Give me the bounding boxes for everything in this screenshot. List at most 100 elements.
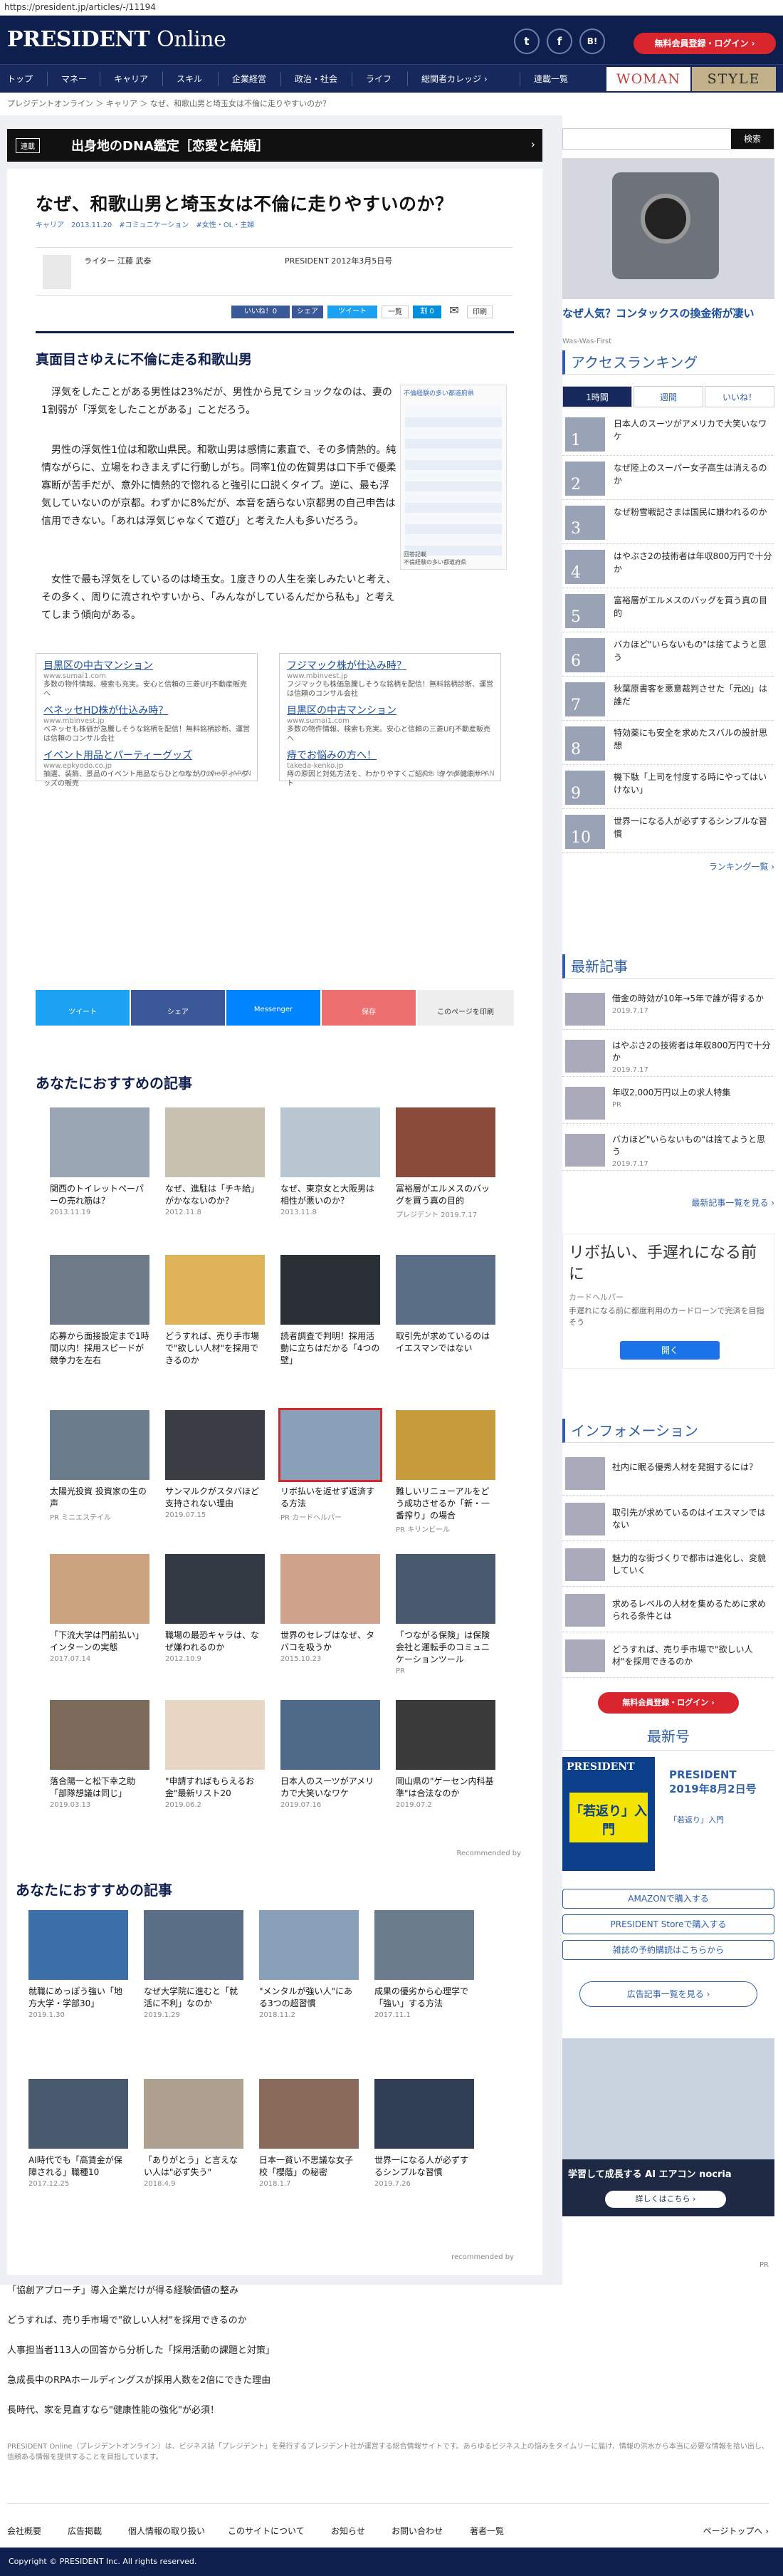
footer-nav-about[interactable]: このサイトについて	[228, 2525, 305, 2537]
card-image[interactable]	[396, 1700, 495, 1770]
ranking-title[interactable]: 世界一になる人が必ずするシンプルな習慣	[614, 815, 773, 840]
recommend-card[interactable]: 応募から面接設定まで1時間以内！採用スピードが競争力を左右	[50, 1255, 149, 1368]
card-image[interactable]	[50, 1410, 149, 1480]
card-title[interactable]: 就職にめっぽう強い「地方大学・学部30」	[28, 1986, 128, 2010]
style-link[interactable]: STYLE	[692, 67, 776, 91]
ad-link[interactable]: ベネッセHD株が仕込み時？	[43, 703, 250, 717]
info-item[interactable]: どうすれば、売り手市場で"欲しい人材"を採用できるのか	[562, 1637, 774, 1678]
recommend-card[interactable]: 落合陽一と松下幸之助「部隊想議は同じ」 2019.03.13	[50, 1700, 149, 1809]
card-title[interactable]: なぜ大学院に進むと「就活に不利」なのか	[144, 1986, 243, 2010]
ad-link[interactable]: イベント用品とパーティーグッズ	[43, 748, 250, 762]
card-title[interactable]: 読者調査で判明！採用活動に立ちはだかる「4つの壁」	[280, 1330, 380, 1367]
ad-credit[interactable]: Ads by Yahoo! JAPAN	[421, 770, 495, 778]
recommend-card[interactable]: なぜ、進駐は「チキ給」がかなないのか？ 2012.11.8	[165, 1107, 265, 1216]
card-title[interactable]: リボ払いを返せず返済する方法	[280, 1486, 380, 1510]
card-image[interactable]	[280, 1255, 380, 1325]
card-image[interactable]	[165, 1554, 265, 1624]
footer-nav-contact[interactable]: お問い合わせ	[392, 2525, 443, 2537]
recommend-card[interactable]: 難しいリニューアルをどう成功させるか「新・一番搾り」の場合 PR キリンビール	[396, 1410, 495, 1534]
card-image[interactable]	[50, 1107, 149, 1177]
card-image[interactable]	[396, 1107, 495, 1177]
nav-item-series[interactable]: 連載一覧	[534, 65, 568, 93]
card-title[interactable]: 難しいリニューアルをどう成功させるか「新・一番搾り」の場合	[396, 1486, 495, 1522]
magazine-cover[interactable]: PRESIDENT 「若返り」入門	[562, 1757, 655, 1871]
card-title[interactable]: 取引先が求めているのはイエスマンではない	[396, 1330, 495, 1355]
ranking-title[interactable]: 機下駄「上司を忖度する時にやってはいけない」	[614, 771, 773, 796]
recommend-credit[interactable]: recommended by	[451, 2253, 514, 2261]
card-image[interactable]	[165, 1255, 265, 1325]
ranking-title[interactable]: 日本人のスーツがアメリカで大笑いなワケ	[614, 417, 773, 443]
recommend-card[interactable]: なぜ大学院に進むと「就活に不利」なのか 2019.1.29	[144, 1910, 243, 2019]
card-title[interactable]: 冨裕層がエルメスのバッグを買う真の目的	[396, 1183, 495, 1207]
card-image[interactable]	[165, 1700, 265, 1770]
twitter-icon[interactable]: t	[514, 28, 540, 54]
nav-item-college[interactable]: 総関者カレッジ ›	[421, 65, 488, 93]
recommend-credit[interactable]: Recommended by	[456, 1850, 521, 1857]
search-button[interactable]: 検索	[731, 129, 774, 149]
card-title[interactable]: なぜ、進駐は「チキ給」がかなないのか？	[165, 1183, 265, 1207]
buy-store-button[interactable]: PRESIDENT Storeで購入する	[562, 1914, 774, 1934]
ranking-title[interactable]: 秋葉原書客を悪意裁判させた「元凶」は誰だ	[614, 682, 773, 708]
facebook-share-button[interactable]: シェア	[292, 306, 323, 318]
ad-link[interactable]: 痔でお悩みの方へ！	[287, 748, 493, 762]
hatena-bookmark-icon[interactable]: B!	[579, 28, 605, 54]
recommend-card[interactable]: AI時代でも「高賃金が保障される」職種10 2017.12.25	[28, 2079, 128, 2188]
card-title[interactable]: 「つながる保険」は保険会社と運転手のコミュニケーションツール	[396, 1629, 495, 1666]
card-title[interactable]: 世界のセレブはなぜ、タバコを吸うか	[280, 1629, 380, 1654]
ranking-item[interactable]: 8 特効薬にも安全を求めたスバルの設計思想	[562, 722, 774, 765]
info-title[interactable]: 求めるレベルの人材を集めるために求められる条件とは	[612, 1598, 773, 1622]
ad-open-button[interactable]: 開く	[620, 1341, 720, 1360]
recommend-card[interactable]: 「下流大学は門前払い」インターンの実態 2017.07.14	[50, 1554, 149, 1663]
card-title[interactable]: 太陽光投資 投資家の生の声	[50, 1486, 149, 1510]
page-top-link[interactable]: ページトップへ ›	[703, 2525, 769, 2537]
recent-text[interactable]: 年収2,000万円以上の求人特集 PR	[612, 1087, 773, 1111]
card-title[interactable]: AI時代でも「高賃金が保障される」職種10	[28, 2154, 128, 2179]
tweet-button[interactable]: ツイート	[327, 306, 377, 318]
card-title[interactable]: なぜ、東京女と大阪男は相性が悪いのか？	[280, 1183, 380, 1207]
footer-link[interactable]: 人事担当者113人の回答から分析した「採用活動の課題と対策」	[7, 2342, 275, 2356]
info-item[interactable]: 魅力的な街づくりで都市は進化し、変貌していく	[562, 1545, 774, 1587]
recommend-card[interactable]: 「ありがとう」と言えない人は"必ず失う" 2018.4.9	[144, 2079, 243, 2188]
ranking-more-link[interactable]: ランキング一覧 ›	[709, 860, 774, 872]
footer-nav-authors[interactable]: 著者一覧	[470, 2525, 504, 2537]
text-ad-block[interactable]: 目黒区の中古マンション www.sumai1.com 多数の物件情報、検索も充実…	[36, 653, 258, 788]
buy-amazon-button[interactable]: AMAZONで購入する	[562, 1889, 774, 1909]
card-title[interactable]: 成果の優劣から心理学で「強い」する方法	[374, 1986, 474, 2010]
print-button[interactable]: 印刷	[467, 306, 493, 318]
footer-nav-news[interactable]: お知らせ	[331, 2525, 365, 2537]
card-image[interactable]	[396, 1410, 495, 1480]
footer-link[interactable]: 急成長中のRPAホールディングスが採用人数を2倍にできた理由	[7, 2372, 270, 2386]
tab-likes[interactable]: いいね！	[705, 386, 774, 407]
ranking-title[interactable]: 特効薬にも安全を求めたスバルの設計思想	[614, 726, 773, 752]
info-item[interactable]: 社内に眠る優秀人材を発掘するには？	[562, 1454, 774, 1496]
tab-weekly[interactable]: 週間	[634, 386, 703, 407]
recent-text[interactable]: バカほど"いらないもの"は捨てようと思う 2019.7.17	[612, 1134, 773, 1170]
ad-image[interactable]	[562, 158, 774, 299]
recommend-card[interactable]: 世界一になる人が必ずするシンプルな習慣 2019.7.26	[374, 2079, 474, 2188]
card-image[interactable]	[259, 2079, 359, 2149]
ad-link[interactable]: 目黒区の中古マンション	[43, 658, 250, 672]
ad-link[interactable]: 目黒区の中古マンション	[287, 703, 493, 717]
sidebar-register-login-button[interactable]: 無料会員登録・ログイン ›	[598, 1692, 739, 1714]
article-meta[interactable]: キャリア 2013.11.20 #コミュニケーション #女性・OL・主婦	[36, 219, 254, 229]
text-ad-block[interactable]: フジマック株が仕込み時？ www.mbinvest.jp フジマックも株価急騰し…	[279, 653, 501, 788]
recommend-card[interactable]: どうすれば、売り手市場で"欲しい人材"を採用できるのか	[165, 1255, 265, 1368]
ranking-item[interactable]: 10 世界一になる人が必ずするシンプルな習慣	[562, 810, 774, 853]
card-image[interactable]	[144, 1910, 243, 1980]
recommend-card[interactable]: リボ払いを返せず返済する方法 PR カードヘルパー	[278, 1408, 382, 1522]
info-title[interactable]: 取引先が求めているのはイエスマンではない	[612, 1507, 773, 1531]
info-title[interactable]: 魅力的な街づくりで都市は進化し、変貌していく	[612, 1553, 773, 1577]
ranking-item[interactable]: 4 はやぶさ2の技術者は年収800万円で十分か	[562, 546, 774, 588]
ranking-item[interactable]: 2 なぜ陸上のスーパー女子高生は消えるのか	[562, 457, 774, 500]
info-title[interactable]: 社内に眠る優秀人材を発掘するには？	[612, 1461, 773, 1474]
card-image[interactable]	[396, 1554, 495, 1624]
recommend-card[interactable]: 職場の最恐キャラは、なぜ嫌われるのか 2012.10.9	[165, 1554, 265, 1663]
recent-item[interactable]: バカほど"いらないもの"は捨てようと思う 2019.7.17	[562, 1131, 774, 1171]
ad-credit[interactable]: Ads by Yahoo! JAPAN	[178, 770, 251, 778]
ad-link[interactable]: フジマック株が仕込み時？	[287, 658, 493, 672]
recommend-card[interactable]: "申請すればもらえるお金"最新リスト20 2019.06.2	[165, 1700, 265, 1809]
recommend-card[interactable]: 読者調査で判明！採用活動に立ちはだかる「4つの壁」	[280, 1255, 380, 1368]
ranking-item[interactable]: 5 富裕層がエルメスのバッグを買う真の目的	[562, 590, 774, 632]
list-button[interactable]: 一覧	[382, 306, 409, 318]
recent-item[interactable]: 借金の時効が10年→5年で誰が得するか 2019.7.17	[562, 990, 774, 1030]
